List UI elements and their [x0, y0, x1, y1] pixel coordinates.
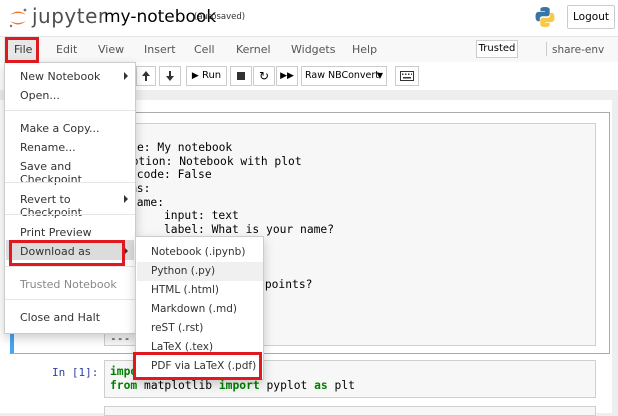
highlight-box-file: [5, 37, 39, 63]
raw-line: ription: Notebook with plot: [118, 155, 302, 168]
highlight-box-download-as: [9, 240, 125, 266]
arrow-up-icon: [142, 71, 150, 81]
arrow-down-icon: [166, 71, 174, 81]
menu-divider: [5, 214, 135, 215]
autosave-status: (autosaved): [194, 12, 246, 22]
code-alias: plt: [334, 379, 355, 392]
chevron-down-icon: ▼: [376, 71, 383, 80]
kernel-name[interactable]: share-env: [552, 37, 604, 63]
submenu-arrow-icon: [124, 195, 128, 203]
move-up-button[interactable]: [136, 66, 156, 86]
restart-run-all-button[interactable]: ▶▶: [276, 66, 298, 86]
raw-line: input: text: [130, 209, 239, 222]
jupyter-logo-icon: [9, 8, 27, 28]
cell-type-value: Raw NBConvert: [305, 70, 380, 81]
menu-divider: [5, 110, 135, 111]
python-kernel-icon: [535, 7, 555, 27]
input-prompt: In [1]:: [52, 366, 99, 379]
menu-kernel[interactable]: Kernel: [236, 37, 271, 63]
menu-divider: [5, 182, 135, 183]
code-line: from matplotlib import pyplot as plt: [110, 379, 355, 392]
menu-new-notebook[interactable]: New Notebook: [20, 70, 100, 83]
code-module: matplotlib: [144, 379, 213, 392]
kernel-separator: [546, 42, 547, 56]
menubar: File Edit View Insert Cell Kernel Widget…: [0, 36, 618, 64]
fast-forward-icon: ▶▶: [280, 71, 294, 81]
menu-widgets[interactable]: Widgets: [291, 37, 335, 63]
interrupt-button[interactable]: [230, 66, 252, 86]
menu-close-halt[interactable]: Close and Halt: [20, 311, 100, 324]
code-keyword: import: [218, 379, 260, 392]
menu-edit[interactable]: Edit: [56, 37, 77, 63]
run-button[interactable]: ▶ Run: [186, 66, 227, 86]
keyboard-icon: [400, 71, 414, 81]
menu-cell[interactable]: Cell: [194, 37, 215, 63]
header: jupyter my-notebook (autosaved) Logout: [0, 0, 618, 36]
run-icon: ▶: [191, 71, 199, 81]
menu-rename[interactable]: Rename...: [20, 141, 76, 154]
menu-revert-checkpoint[interactable]: Revert to Checkpoint: [20, 193, 135, 219]
download-py[interactable]: Python (.py): [151, 265, 215, 277]
submenu-arrow-icon: [124, 72, 128, 80]
raw-line: -code: False: [130, 168, 212, 181]
download-ipynb[interactable]: Notebook (.ipynb): [151, 246, 245, 258]
move-down-button[interactable]: [159, 66, 181, 86]
code-keyword: as: [314, 379, 328, 392]
logout-button[interactable]: Logout: [567, 5, 615, 29]
download-md[interactable]: Markdown (.md): [151, 303, 237, 315]
empty-code-cell[interactable]: [104, 406, 596, 416]
code-name: pyplot: [266, 379, 308, 392]
highlight-box-pdf: [133, 352, 262, 380]
download-rst[interactable]: reST (.rst): [151, 322, 203, 334]
menu-make-copy[interactable]: Make a Copy...: [20, 122, 100, 135]
menu-divider: [5, 266, 135, 267]
menu-insert[interactable]: Insert: [144, 37, 176, 63]
menu-open[interactable]: Open...: [20, 89, 60, 102]
menu-divider: [5, 299, 135, 300]
raw-line: e: My notebook: [137, 141, 233, 154]
cell-type-select[interactable]: Raw NBConvert ▼: [301, 66, 387, 86]
run-label: Run: [201, 70, 222, 81]
restart-icon: ↻: [258, 69, 270, 83]
menu-help[interactable]: Help: [352, 37, 377, 63]
menu-trusted-notebook: Trusted Notebook: [20, 278, 117, 291]
command-palette-button[interactable]: [395, 66, 419, 86]
code-keyword: from: [110, 379, 138, 392]
raw-line: label: What is your name?: [130, 223, 335, 236]
download-html[interactable]: HTML (.html): [151, 284, 219, 296]
stop-icon: [237, 72, 245, 80]
trusted-indicator[interactable]: Trusted: [476, 40, 518, 58]
restart-button[interactable]: ↻: [253, 66, 275, 86]
menu-view[interactable]: View: [98, 37, 124, 63]
file-menu-dropdown: New Notebook Open... Make a Copy... Rena…: [4, 62, 136, 334]
menu-print-preview[interactable]: Print Preview: [20, 226, 92, 239]
jupyter-logo-text[interactable]: jupyter: [32, 4, 107, 28]
